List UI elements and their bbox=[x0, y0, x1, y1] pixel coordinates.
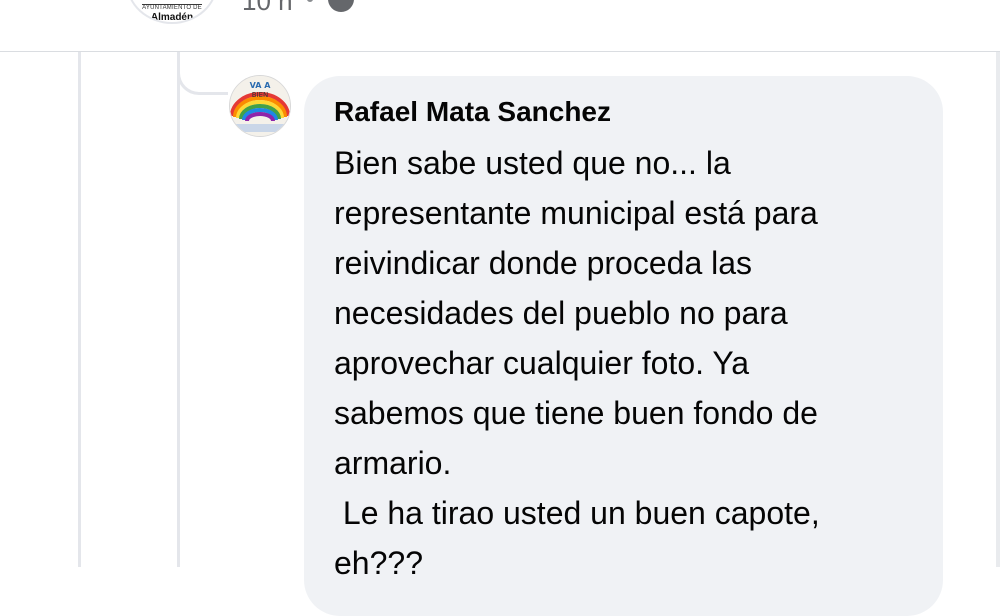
avatar-caption: AYUNTAMIENTO DE bbox=[142, 5, 202, 11]
avatar-town-name: Almadén bbox=[150, 12, 194, 23]
ayuntamiento-avatar[interactable]: AYUNTAMIENTO DE Almadén bbox=[126, 0, 218, 24]
rainbow-drawing-icon: VA A BIEN bbox=[230, 76, 290, 136]
scroll-edge bbox=[996, 52, 1000, 567]
reply-connector bbox=[177, 52, 228, 95]
comment-author-name[interactable]: Rafael Mata Sanchez bbox=[334, 96, 611, 128]
avatar-text-bottom: BIEN bbox=[252, 91, 269, 99]
reply-thread-line bbox=[177, 52, 180, 567]
divider bbox=[0, 51, 1000, 52]
globe-icon bbox=[328, 0, 354, 12]
thread-line bbox=[78, 52, 81, 567]
separator-dot bbox=[307, 0, 313, 2]
avatar-text-top: VA A bbox=[250, 81, 272, 90]
rafael-avatar[interactable]: VA A BIEN bbox=[229, 75, 291, 137]
comment-timestamp[interactable]: 10 h bbox=[242, 0, 293, 17]
previous-comment-footer: AYUNTAMIENTO DE Almadén 10 h bbox=[0, 0, 1000, 52]
comment-body: Bien sabe usted que no... la representan… bbox=[334, 145, 820, 581]
